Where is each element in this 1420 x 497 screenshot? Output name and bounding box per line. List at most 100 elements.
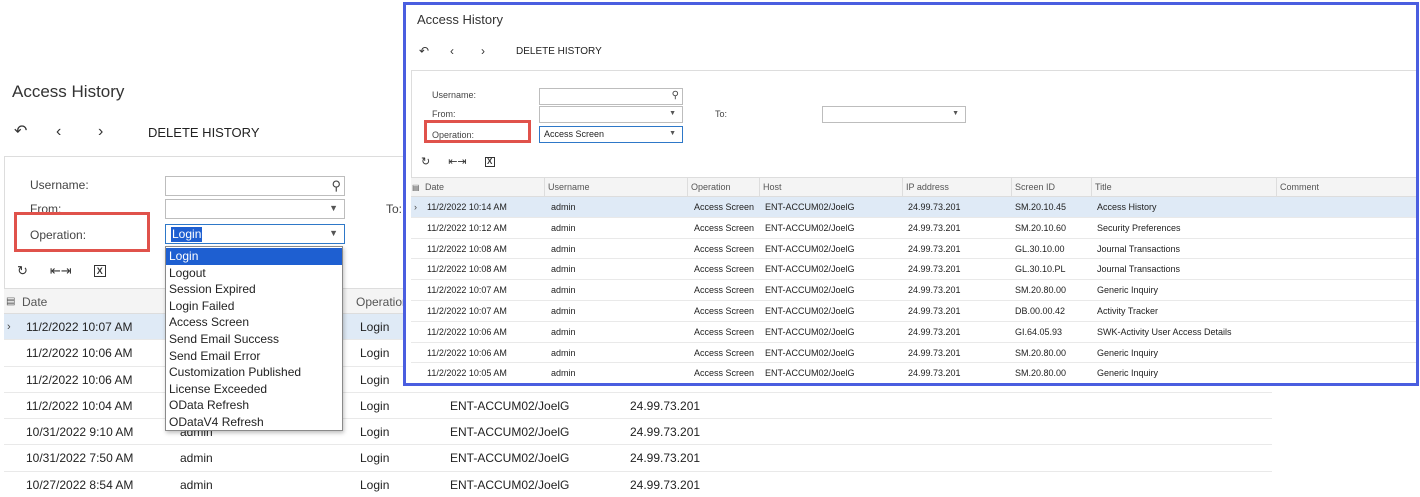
undo-icon[interactable]: ↶ <box>14 122 56 142</box>
delete-history-button[interactable]: DELETE HISTORY <box>516 46 602 57</box>
header-host[interactable]: Host <box>763 178 782 197</box>
chevron-down-icon[interactable]: ▼ <box>669 130 676 137</box>
to-label: To: <box>715 109 728 119</box>
chevron-left-icon[interactable]: ‹ <box>56 122 98 142</box>
dropdown-option[interactable]: Login <box>166 248 342 265</box>
dropdown-option[interactable]: ODataV4 Refresh <box>166 414 342 431</box>
cell-operation: Access Screen <box>694 285 755 296</box>
chevron-down-icon[interactable]: ▼ <box>329 203 338 213</box>
cell-operation: Access Screen <box>694 243 755 254</box>
dropdown-option[interactable]: License Exceeded <box>166 381 342 398</box>
from-date-input[interactable]: ▼ <box>165 199 345 219</box>
from-date-input[interactable]: ▼ <box>539 106 683 123</box>
undo-icon[interactable]: ↶ <box>419 42 450 60</box>
table-row[interactable]: 11/2/2022 10:05 AM admin Access Screen ENT-… <box>411 363 1416 383</box>
column-config-icon[interactable]: ▤ <box>412 178 420 197</box>
cell-operation: Login <box>360 451 390 466</box>
cell-title: SWK-Activity User Access Details <box>1097 326 1232 337</box>
header-operation[interactable]: Operation <box>691 178 731 197</box>
dropdown-option[interactable]: OData Refresh <box>166 397 342 414</box>
highlight-box-operation <box>424 120 531 143</box>
chevron-down-icon[interactable]: ▼ <box>952 110 959 117</box>
cell-title: Access History <box>1097 202 1157 212</box>
dropdown-option[interactable]: Access Screen <box>166 314 342 331</box>
chevron-down-icon[interactable]: ▼ <box>329 228 338 238</box>
cell-operation: Access Screen <box>694 326 755 337</box>
cell-screen-id: SM.20.10.60 <box>1015 222 1067 233</box>
dropdown-option[interactable]: Customization Published <box>166 364 342 381</box>
excel-export-icon[interactable]: X <box>93 265 106 277</box>
dropdown-option[interactable]: Login Failed <box>166 298 342 315</box>
to-label: To: <box>386 202 403 216</box>
header-title[interactable]: Title <box>1095 178 1112 197</box>
excel-export-icon[interactable]: X <box>484 156 495 167</box>
table-row[interactable]: 10/31/2022 7:50 AM admin Login ENT-ACCUM02/… <box>4 445 1272 472</box>
table-row[interactable]: 11/2/2022 10:08 AM admin Access Screen ENT-… <box>411 259 1416 281</box>
cell-ip: 24.99.73.201 <box>630 477 701 492</box>
table-row[interactable]: 11/2/2022 10:06 AM admin Access Screen ENT-… <box>411 343 1416 364</box>
cell-title: Generic Inquiry <box>1097 368 1159 379</box>
dropdown-option[interactable]: Send Email Error <box>166 348 342 365</box>
chevron-right-icon[interactable]: › <box>481 42 512 60</box>
dropdown-option[interactable]: Send Email Success <box>166 331 342 348</box>
table-row[interactable]: 11/2/2022 10:07 AM admin Access Screen ENT-… <box>411 280 1416 301</box>
cell-operation: Access Screen <box>694 202 755 212</box>
table-row[interactable]: 11/2/2022 10:07 AM admin Access Screen ENT-… <box>411 301 1416 322</box>
header-date[interactable]: Date <box>425 178 444 197</box>
refresh-icon[interactable]: ↻ <box>17 263 28 279</box>
table-row[interactable]: 10/27/2022 8:54 AM admin Login ENT-ACCUM02/… <box>4 472 1272 497</box>
cell-username: admin <box>551 305 576 316</box>
column-config-icon[interactable]: ▤ <box>6 289 15 315</box>
column-separator <box>687 178 688 197</box>
table-row[interactable]: 11/2/2022 10:12 AM admin Access Screen ENT-… <box>411 218 1416 239</box>
cell-host: ENT-ACCUM02/JoelG <box>765 305 855 316</box>
cell-username: admin <box>551 368 576 379</box>
header-ip-address[interactable]: IP address <box>906 178 949 197</box>
toolbar: ↶ ‹ › DELETE HISTORY <box>419 42 602 60</box>
header-comment[interactable]: Comment <box>1280 178 1319 197</box>
cell-username: admin <box>551 347 576 358</box>
cell-screen-id: SM.20.80.00 <box>1015 285 1067 296</box>
cell-date: 11/2/2022 10:14 AM <box>427 202 507 212</box>
search-icon[interactable]: ⚲ <box>672 90 679 101</box>
header-date[interactable]: Date <box>22 289 47 315</box>
fit-columns-icon[interactable]: ⇤⇥ <box>448 155 466 168</box>
header-screen-id[interactable]: Screen ID <box>1015 178 1055 197</box>
header-operation[interactable]: Operation <box>356 289 409 315</box>
chevron-left-icon[interactable]: ‹ <box>450 42 481 60</box>
cell-host: ENT-ACCUM02/JoelG <box>450 477 570 492</box>
username-input[interactable]: ⚲ <box>165 176 345 196</box>
fit-columns-icon[interactable]: ⇤⇥ <box>50 263 72 279</box>
dropdown-option[interactable]: Logout <box>166 265 342 282</box>
grid-toolbar: ↻ ⇤⇥ X <box>17 263 128 279</box>
search-icon[interactable]: ⚲ <box>331 178 341 194</box>
chevron-right-icon[interactable]: › <box>98 122 140 142</box>
cell-ip: 24.99.73.201 <box>908 243 961 254</box>
operation-select[interactable]: Login ▼ <box>165 224 345 244</box>
username-input[interactable]: ⚲ <box>539 88 683 105</box>
header-username[interactable]: Username <box>548 178 590 197</box>
cell-host: ENT-ACCUM02/JoelG <box>765 285 855 296</box>
table-row[interactable]: › 11/2/2022 10:14 AM admin Access Screen ENT… <box>411 197 1416 218</box>
table-row[interactable]: 11/2/2022 10:06 AM admin Access Screen ENT-… <box>411 322 1416 343</box>
cell-screen-id: SM.20.10.45 <box>1015 202 1067 212</box>
cell-operation: Access Screen <box>694 368 755 379</box>
cell-date: 11/2/2022 10:08 AM <box>427 264 507 275</box>
refresh-icon[interactable]: ↻ <box>421 155 430 168</box>
to-date-input[interactable]: ▼ <box>822 106 966 123</box>
overlay-screen: Access History ↶ ‹ › DELETE HISTORY User… <box>403 2 1419 386</box>
column-separator <box>1091 178 1092 197</box>
delete-history-button[interactable]: DELETE HISTORY <box>148 125 260 140</box>
cell-ip: 24.99.73.201 <box>908 347 961 358</box>
cell-ip: 24.99.73.201 <box>908 305 961 316</box>
column-separator <box>544 178 545 197</box>
dropdown-option[interactable]: Session Expired <box>166 281 342 298</box>
cell-username: admin <box>180 451 213 466</box>
page-title: Access History <box>12 82 125 101</box>
chevron-down-icon[interactable]: ▼ <box>669 110 676 117</box>
table-row[interactable]: 11/2/2022 10:08 AM admin Access Screen ENT-… <box>411 239 1416 260</box>
cell-ip: 24.99.73.201 <box>630 398 701 413</box>
cell-screen-id: DB.00.00.42 <box>1015 305 1066 316</box>
operation-select[interactable]: Access Screen ▼ <box>539 126 683 143</box>
cell-ip: 24.99.73.201 <box>908 222 961 233</box>
